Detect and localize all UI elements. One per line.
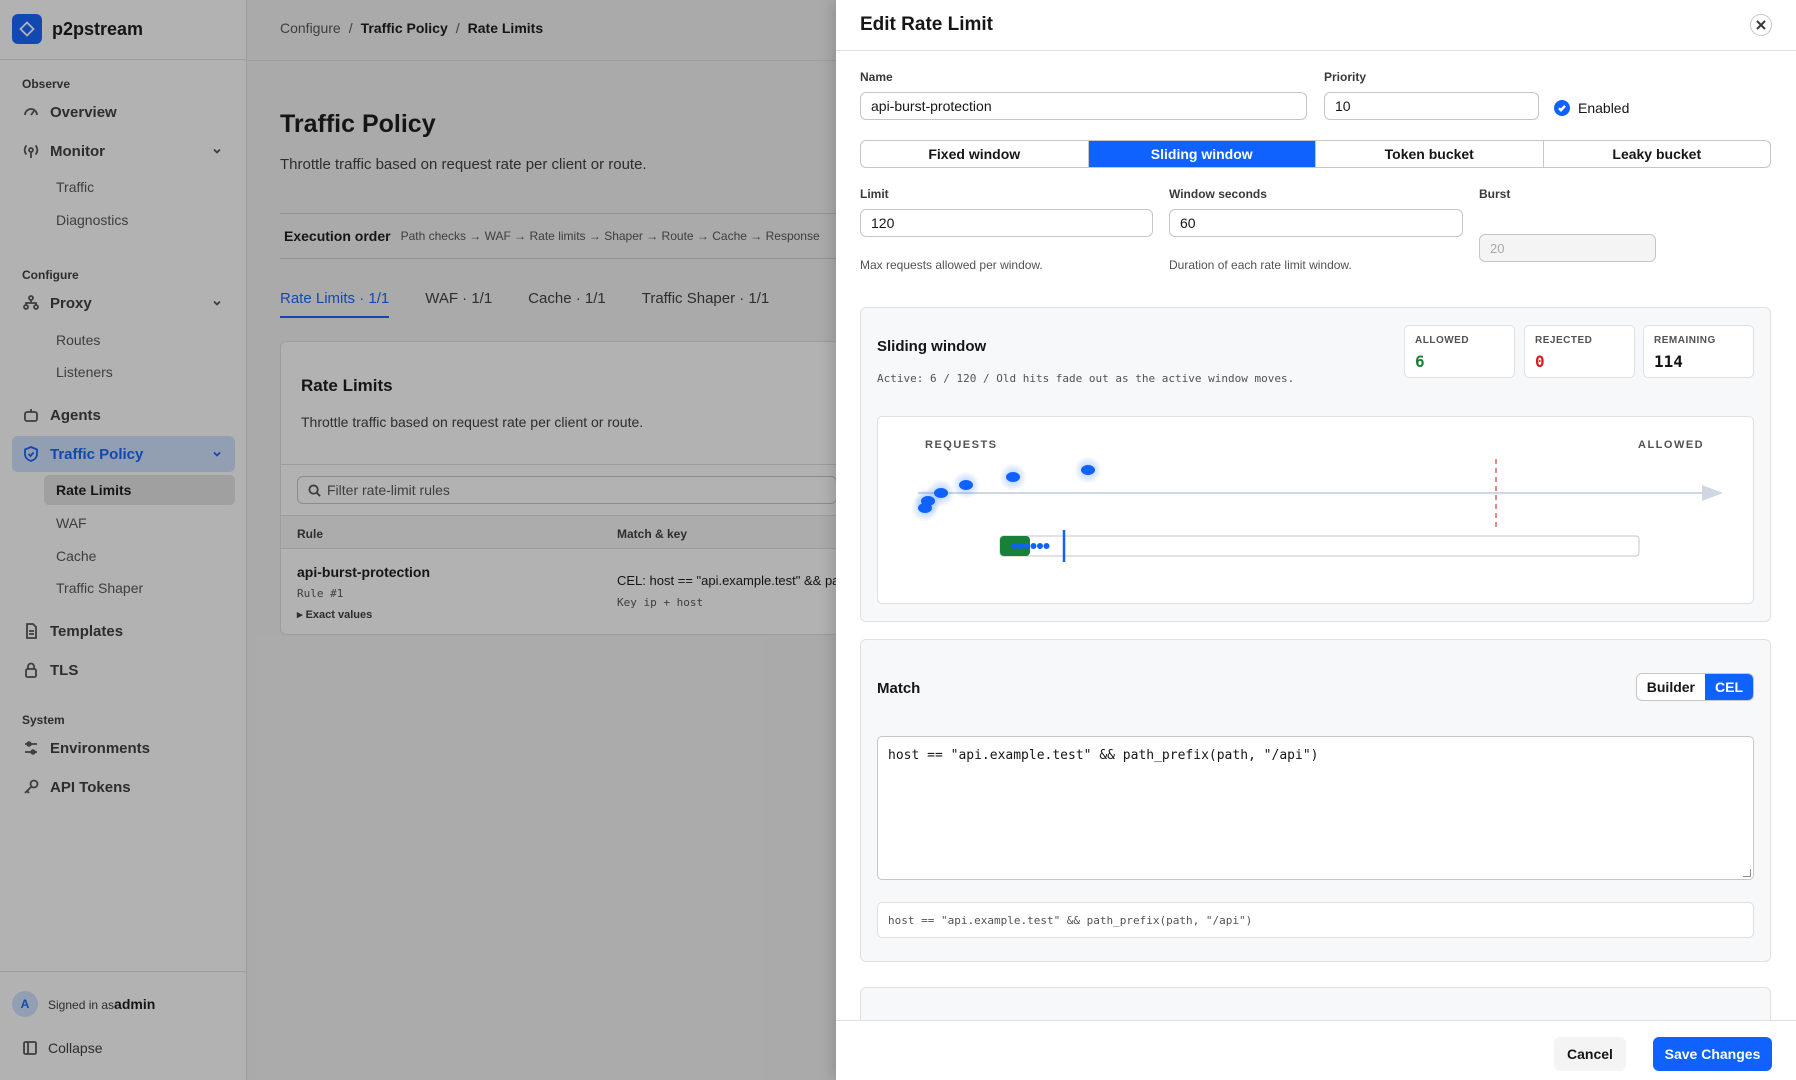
drawer-footer: Cancel Save Changes	[836, 1020, 1796, 1080]
bucket-hit-dot	[1011, 543, 1017, 549]
save-changes-button[interactable]: Save Changes	[1653, 1037, 1772, 1071]
stat-remaining: REMAINING 114	[1643, 325, 1754, 378]
window-seconds-input[interactable]: 60	[1169, 209, 1463, 237]
limit-label: Limit	[860, 187, 889, 201]
simulation-title: Sliding window	[877, 338, 987, 355]
request-hit	[1006, 472, 1020, 482]
bucket-hit-dot	[1043, 543, 1050, 549]
cel-expression-editor[interactable]: host == "api.example.test" && path_prefi…	[877, 736, 1754, 880]
algorithm-sliding-window[interactable]: Sliding window	[1088, 141, 1316, 167]
limit-help: Max requests allowed per window.	[860, 258, 1043, 272]
stat-allowed: ALLOWED 6	[1404, 325, 1515, 378]
window-seconds-help: Duration of each rate limit window.	[1169, 258, 1352, 272]
algorithm-leaky-bucket[interactable]: Leaky bucket	[1544, 141, 1771, 167]
builder-mode-button[interactable]: Builder	[1637, 674, 1705, 700]
close-icon	[1756, 20, 1766, 30]
stat-remaining-value: 114	[1654, 352, 1683, 371]
match-panel: Match Builder CEL host == "api.example.t…	[860, 639, 1771, 962]
burst-input[interactable]: 20	[1479, 234, 1656, 262]
edit-rate-limit-drawer: Edit Rate Limit Name api-burst-protectio…	[836, 0, 1796, 1080]
algorithm-fixed-window[interactable]: Fixed window	[861, 141, 1089, 167]
match-mode-toggle: Builder CEL	[1635, 673, 1754, 701]
name-input[interactable]: api-burst-protection	[860, 92, 1307, 120]
bucket-hit-dot	[1030, 543, 1037, 549]
request-hit	[934, 488, 948, 498]
resize-handle-icon[interactable]	[1743, 869, 1751, 877]
stat-remaining-label: REMAINING	[1654, 335, 1716, 346]
window-seconds-label: Window seconds	[1169, 187, 1267, 201]
requests-label: REQUESTS	[925, 439, 998, 451]
burst-label: Burst	[1479, 187, 1511, 201]
capacity-track	[999, 535, 1640, 557]
algorithm-selector: Fixed window Sliding window Token bucket…	[860, 140, 1771, 168]
cel-preview: host == "api.example.test" && path_prefi…	[877, 902, 1754, 938]
stat-allowed-label: ALLOWED	[1415, 335, 1470, 346]
visualization-canvas: REQUESTS ALLOWED	[911, 439, 1723, 562]
enabled-label: Enabled	[1578, 100, 1630, 116]
stat-rejected-value: 0	[1535, 352, 1545, 371]
bucket-hit-dot	[1037, 543, 1043, 549]
stat-allowed-value: 6	[1415, 352, 1425, 371]
priority-label: Priority	[1324, 70, 1367, 84]
priority-input[interactable]: 10	[1324, 92, 1539, 120]
request-hit	[959, 480, 973, 490]
window-visualization: REQUESTS ALLOWED	[877, 416, 1754, 604]
modal-backdrop[interactable]	[0, 0, 836, 1080]
name-label: Name	[860, 70, 893, 84]
cancel-button[interactable]: Cancel	[1554, 1037, 1626, 1071]
close-button[interactable]	[1750, 14, 1772, 36]
checkmark-icon	[1554, 100, 1570, 116]
allowed-axis-label: ALLOWED	[1638, 439, 1704, 451]
bucket-hit-dot	[1017, 543, 1024, 549]
divider	[836, 50, 1796, 51]
cel-expression-text: host == "api.example.test" && path_prefi…	[888, 748, 1319, 763]
enabled-checkbox[interactable]: Enabled	[1554, 100, 1629, 116]
match-title: Match	[877, 680, 921, 697]
drawer-title: Edit Rate Limit	[860, 14, 994, 35]
simulation-active-text: Active: 6 / 120 / Old hits fade out as t…	[877, 372, 1295, 385]
algorithm-token-bucket[interactable]: Token bucket	[1316, 141, 1544, 167]
limit-input[interactable]: 120	[860, 209, 1153, 237]
request-hits	[911, 456, 1102, 522]
cel-mode-button[interactable]: CEL	[1705, 674, 1753, 700]
timeline-arrow-icon	[1702, 485, 1723, 501]
stat-rejected-label: REJECTED	[1535, 335, 1593, 346]
bucket-hit-dot	[1024, 543, 1030, 549]
stat-rejected: REJECTED 0	[1524, 325, 1635, 378]
sliding-window-panel: Sliding window Active: 6 / 120 / Old hit…	[860, 307, 1771, 622]
request-hit	[1081, 465, 1095, 475]
